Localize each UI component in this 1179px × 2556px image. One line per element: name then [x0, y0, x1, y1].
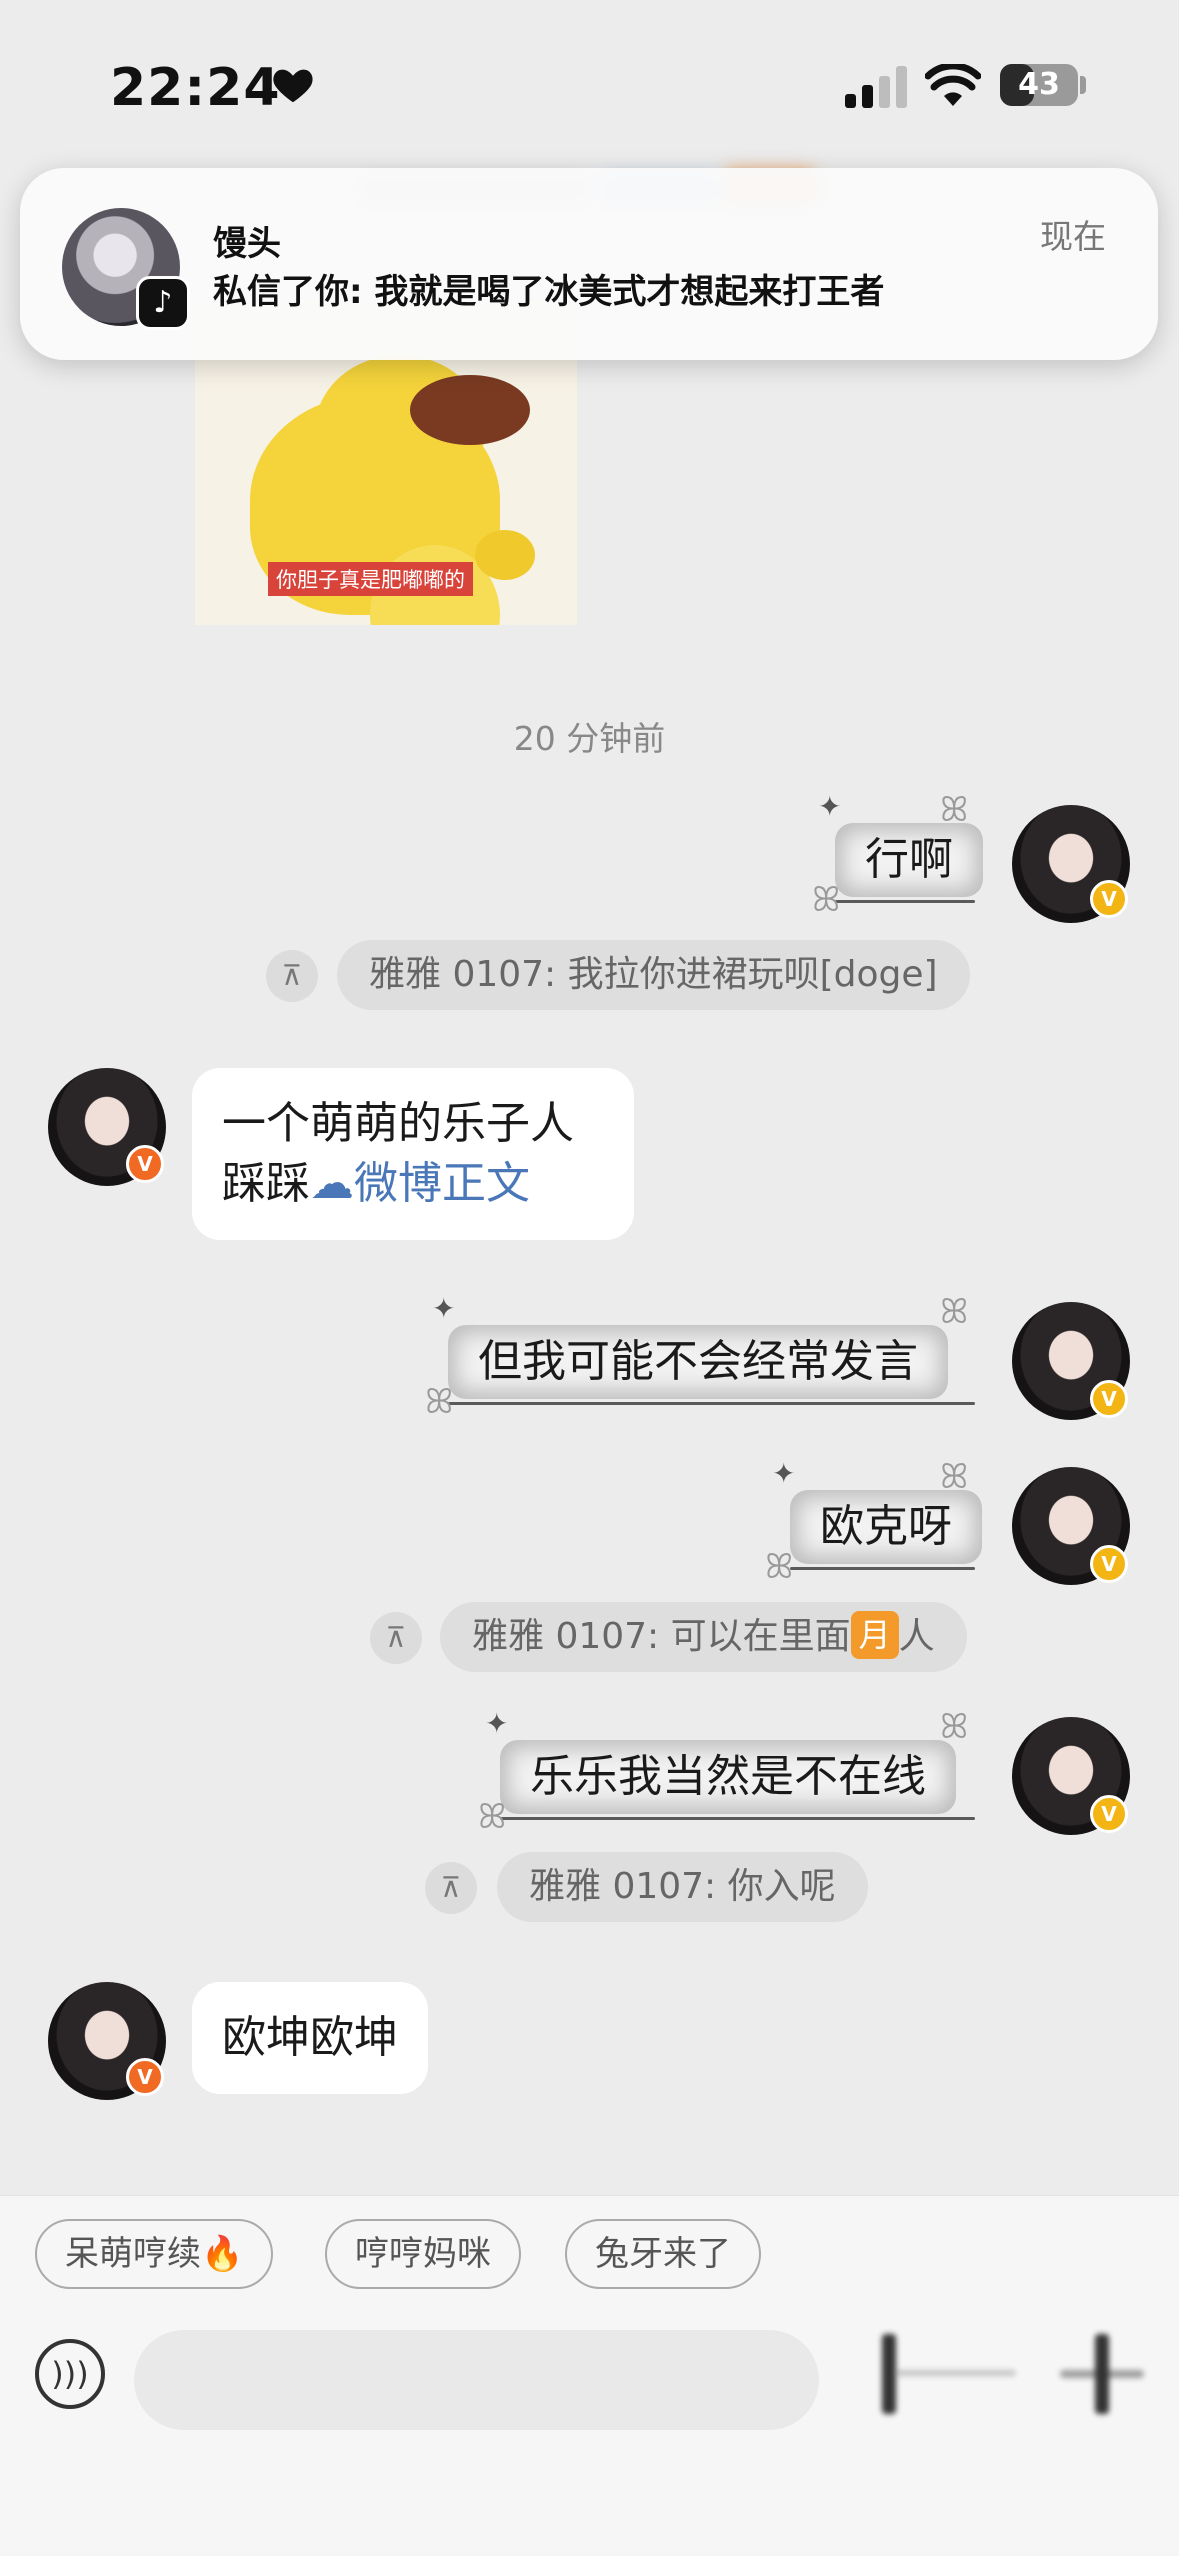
- message-input[interactable]: [134, 2330, 819, 2430]
- sparkle-icon: ✦: [485, 1707, 509, 1740]
- voice-input-button[interactable]: ))): [35, 2339, 105, 2409]
- plus-button[interactable]: [1060, 2334, 1150, 2424]
- voice-icon: ))): [51, 2355, 89, 2393]
- cloud-icon: ☁: [310, 1158, 354, 1209]
- sparkle-icon: ✦: [432, 1292, 456, 1325]
- butterfly-icon: ꕤ: [940, 1457, 969, 1497]
- composer-area: 呆萌哼续🔥 哼哼妈咪 兔牙来了 ))): [0, 2195, 1179, 2556]
- butterfly-icon: ꕤ: [812, 880, 841, 920]
- status-time: 22:24: [110, 58, 281, 118]
- butterfly-icon: ꕤ: [425, 1382, 454, 1422]
- butterfly-icon: ꕤ: [940, 1292, 969, 1332]
- notification-time: 现在: [1040, 217, 1106, 256]
- verified-icon: V: [1090, 1545, 1128, 1583]
- quote-arrow-icon[interactable]: ⊼: [425, 1862, 477, 1914]
- quick-reply-chip[interactable]: 兔牙来了: [565, 2219, 761, 2289]
- sparkle-icon: ✦: [818, 790, 842, 823]
- butterfly-icon: ꕤ: [940, 1707, 969, 1747]
- status-bar: 22:24 43: [0, 0, 1179, 175]
- friend-message-bubble[interactable]: 欧坤欧坤: [192, 1982, 428, 2094]
- emoji-button[interactable]: [860, 2334, 1016, 2424]
- my-message-bubble[interactable]: 行啊: [835, 823, 983, 897]
- message-timestamp: 20 分钟前: [513, 719, 666, 758]
- message-text: 踩踩: [222, 1158, 310, 1209]
- my-message-bubble[interactable]: 但我可能不会经常发言: [448, 1325, 948, 1399]
- quick-reply-chip[interactable]: 哼哼妈咪: [325, 2219, 521, 2289]
- verified-icon: V: [1090, 880, 1128, 918]
- quote-arrow-icon[interactable]: ⊼: [370, 1612, 422, 1664]
- wifi-icon: [925, 64, 981, 106]
- notification-banner[interactable]: ♪ 馒头 私信了你: 我就是喝了冰美式才想起来打王者 现在: [20, 168, 1158, 360]
- friend-message-bubble[interactable]: 一个萌萌的乐子人 踩踩☁微博正文: [192, 1068, 634, 1240]
- butterfly-icon: ꕤ: [478, 1797, 507, 1837]
- quote-reference[interactable]: 雅雅 0107: 你入呢: [497, 1852, 868, 1922]
- battery-tip: [1080, 76, 1086, 94]
- verified-icon: V: [1090, 1380, 1128, 1418]
- signal-icon: [845, 66, 907, 108]
- sticker-caption: 你胆子真是肥嘟嘟的: [268, 562, 473, 596]
- notification-sender: 馒头: [213, 224, 281, 264]
- tiktok-icon: ♪: [136, 276, 190, 330]
- my-message-bubble[interactable]: 乐乐我当然是不在线: [500, 1740, 956, 1814]
- moon-emoji: 月: [850, 1611, 899, 1659]
- weibo-link[interactable]: ☁微博正文: [310, 1158, 530, 1209]
- my-message-bubble[interactable]: 欧克呀: [790, 1490, 982, 1564]
- heart-icon: [273, 69, 313, 103]
- battery-percent: 43: [1018, 67, 1060, 102]
- quote-reference[interactable]: 雅雅 0107: 我拉你进裙玩呗[doge]: [337, 940, 970, 1010]
- verified-icon: V: [126, 1145, 164, 1183]
- message-text: 一个萌萌的乐子人: [222, 1098, 574, 1149]
- sparkle-icon: ✦: [772, 1457, 796, 1490]
- quick-reply-chip[interactable]: 呆萌哼续🔥: [35, 2219, 274, 2289]
- butterfly-icon: ꕤ: [765, 1547, 794, 1587]
- quote-reference[interactable]: 雅雅 0107: 可以在里面月人: [440, 1602, 967, 1672]
- quote-arrow-icon[interactable]: ⊼: [266, 950, 318, 1002]
- notification-message: 私信了你: 我就是喝了冰美式才想起来打王者: [213, 272, 885, 312]
- battery-icon: 43: [1000, 64, 1078, 106]
- verified-icon: V: [1090, 1795, 1128, 1833]
- verified-icon: V: [126, 2058, 164, 2096]
- butterfly-icon: ꕤ: [940, 790, 969, 830]
